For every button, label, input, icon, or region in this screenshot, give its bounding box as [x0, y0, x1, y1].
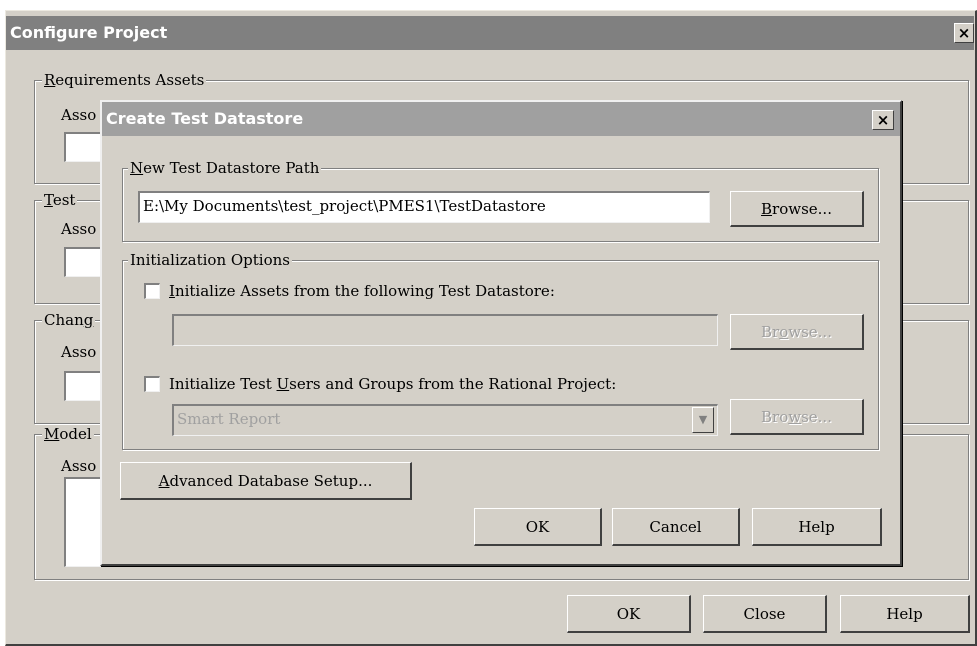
- dialog-help-button[interactable]: Help: [752, 508, 882, 546]
- requirements-assoc-field[interactable]: [64, 132, 104, 162]
- window-title: Configure Project: [10, 23, 168, 42]
- advanced-database-setup-button[interactable]: Advanced Database Setup...: [120, 462, 412, 500]
- dialog-cancel-button[interactable]: Cancel: [612, 508, 740, 546]
- outer-close-button[interactable]: Close: [703, 595, 827, 633]
- init-assets-datastore-field[interactable]: [172, 314, 718, 346]
- test-assoc-label: Asso: [61, 220, 97, 238]
- dialog-ok-button[interactable]: OK: [474, 508, 602, 546]
- init-users-label[interactable]: Initialize Test Users and Groups from th…: [169, 375, 616, 393]
- rational-project-dropdown[interactable]: Smart Report: [172, 404, 718, 436]
- init-assets-label[interactable]: Initialize Assets from the following Tes…: [169, 282, 555, 300]
- change-assoc-field[interactable]: [64, 371, 104, 401]
- datastore-path-input[interactable]: E:\My Documents\test_project\PMES1\TestD…: [138, 191, 710, 223]
- init-assets-browse-button[interactable]: Browse...: [730, 314, 864, 350]
- close-icon[interactable]: ×: [954, 23, 974, 43]
- outer-help-button[interactable]: Help: [840, 595, 970, 633]
- outer-ok-button[interactable]: OK: [567, 595, 691, 633]
- create-test-datastore-titlebar[interactable]: Create Test Datastore: [102, 102, 900, 136]
- create-test-datastore-dialog: Create Test Datastore × New Test Datasto…: [100, 100, 902, 566]
- test-assets-label: Test: [42, 191, 78, 209]
- init-users-checkbox[interactable]: [144, 376, 160, 392]
- dialog-close-icon[interactable]: ×: [872, 110, 894, 130]
- new-path-label: New Test Datastore Path: [128, 159, 322, 177]
- test-assoc-field[interactable]: [64, 247, 104, 277]
- dialog-title: Create Test Datastore: [106, 109, 304, 128]
- model-assoc-label: Asso: [61, 457, 97, 475]
- init-options-label: Initialization Options: [128, 251, 292, 269]
- requirements-assoc-label: Asso: [61, 106, 97, 124]
- init-assets-checkbox[interactable]: [144, 283, 160, 299]
- chevron-down-icon[interactable]: ▼: [692, 407, 714, 433]
- model-assets-label: Model: [42, 425, 94, 443]
- change-assoc-label: Asso: [61, 343, 97, 361]
- path-browse-button[interactable]: Browse...: [730, 191, 864, 227]
- model-assoc-field[interactable]: [64, 477, 104, 567]
- configure-project-titlebar[interactable]: Configure Project: [6, 16, 974, 50]
- init-users-browse-button[interactable]: Browse...: [730, 399, 864, 435]
- requirements-assets-label: Requirements Assets: [42, 71, 207, 89]
- change-assets-label: Chang: [42, 311, 96, 329]
